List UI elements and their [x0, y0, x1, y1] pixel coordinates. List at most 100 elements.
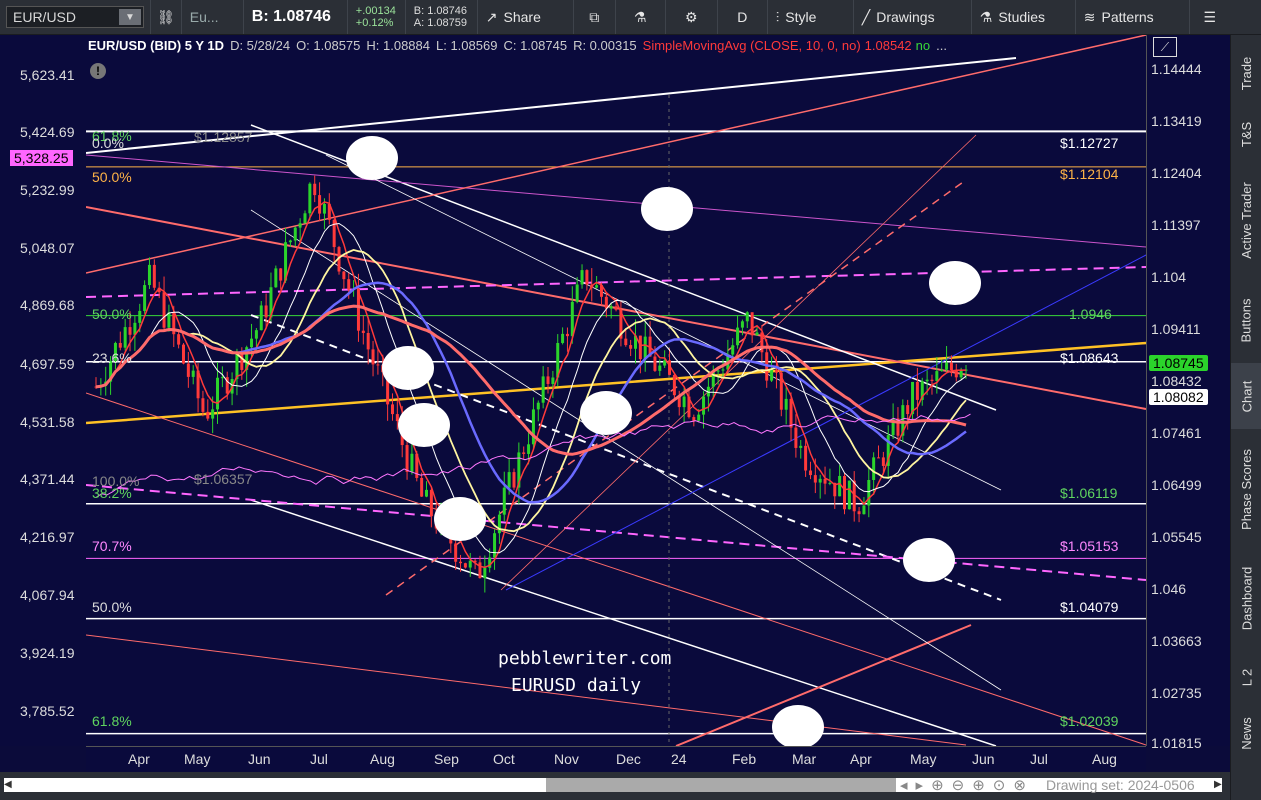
fib-right-label: $1.12104: [1060, 166, 1119, 182]
price-bar-body: [459, 561, 463, 564]
price-bar-body: [274, 268, 278, 288]
sidebar-tab-ts[interactable]: T&S: [1231, 109, 1261, 159]
price-bar-body: [804, 445, 808, 471]
price-bar-body: [147, 264, 151, 286]
sidebar-tab-dashboard[interactable]: Dashboard: [1231, 549, 1261, 647]
price-bar-body: [522, 452, 526, 454]
scroll-left-icon[interactable]: ◀: [4, 778, 14, 792]
aggregation-button[interactable]: D: [718, 0, 768, 34]
annotation-circle: [929, 261, 981, 305]
fib-right-label: $1.05153: [1060, 538, 1119, 554]
flask-button[interactable]: ⚗: [616, 0, 666, 34]
watermark-line1: pebblewriter.com: [498, 648, 672, 669]
description-field: Eu...: [182, 0, 244, 34]
price-bar-body: [624, 338, 628, 346]
price-bar-body: [429, 489, 433, 517]
zoom-out-icon[interactable]: ⊖: [952, 776, 965, 794]
share-label: Share: [503, 9, 541, 25]
ask-small: A: 1.08759: [413, 17, 467, 29]
annotation-circle: [398, 403, 450, 447]
legend-study[interactable]: SimpleMovingAvg (CLOSE, 10, 0, no): [643, 38, 861, 53]
chevron-down-icon[interactable]: ▼: [119, 9, 141, 25]
price-bar-body: [570, 301, 574, 337]
crosshair-icon[interactable]: ⊕: [931, 776, 944, 794]
left-axis-tick: 4,371.44: [20, 471, 75, 487]
info-icon[interactable]: !: [90, 63, 106, 79]
price-bar-body: [191, 370, 195, 377]
price-bar-body: [118, 342, 122, 348]
price-bar-body: [206, 411, 210, 419]
price-bar-body: [322, 204, 326, 214]
legend-more[interactable]: ...: [936, 38, 947, 53]
annotation-circle: [346, 136, 398, 180]
left-axis-tick: 4,531.58: [20, 414, 75, 430]
link-button[interactable]: ⛓: [150, 0, 182, 34]
price-bar-body: [211, 409, 215, 419]
price-bar-body: [682, 396, 686, 408]
sidebar-tab-l2[interactable]: L 2: [1231, 655, 1261, 699]
sidebar-tab-news[interactable]: News: [1231, 705, 1261, 761]
legend-study-flag: no: [915, 37, 931, 53]
price-bar-body: [264, 305, 268, 318]
price-bar-body: [371, 349, 375, 365]
zoom-reset-icon[interactable]: ⊗: [1013, 776, 1026, 794]
drawings-button[interactable]: ╱ Drawings: [854, 0, 972, 34]
price-bar-body: [702, 396, 706, 415]
legend-study-value: 1.08542: [864, 37, 912, 53]
x-axis-tick: 24: [671, 751, 687, 767]
price-bar-body: [551, 377, 555, 384]
sidebar-tab-phase-scores[interactable]: Phase Scores: [1231, 437, 1261, 541]
scroll-right-icon[interactable]: ▶: [1214, 778, 1224, 792]
sidebar-tab-active-trader[interactable]: Active Trader: [1231, 165, 1261, 275]
share-button[interactable]: ↗ Share: [478, 0, 574, 34]
price-bar-body: [813, 475, 817, 483]
price-bar-body: [468, 560, 472, 568]
detach-button[interactable]: ⧉: [574, 0, 616, 34]
price-bar-body: [561, 333, 565, 343]
sidebar-tab-label: Dashboard: [1239, 566, 1255, 630]
fib-label: 23.6%: [92, 350, 132, 366]
sidebar-tab-trade[interactable]: Trade: [1231, 43, 1261, 103]
price-bar-body: [823, 478, 827, 484]
studies-button[interactable]: ⚗ Studies: [972, 0, 1076, 34]
price-bar-body: [483, 567, 487, 579]
sidebar-tab-buttons[interactable]: Buttons: [1231, 283, 1261, 357]
drawings-label: Drawings: [876, 9, 935, 25]
x-axis-tick: Apr: [850, 751, 872, 767]
right-axis-tick: 1.12404: [1151, 165, 1202, 181]
left-axis-tick: 4,216.97: [20, 529, 75, 545]
settings-button[interactable]: ⚙: [666, 0, 718, 34]
annotation-circle: [382, 346, 434, 390]
price-bar-body: [945, 362, 949, 370]
scroll-left-button[interactable]: ◂: [900, 776, 908, 794]
left-axis-tick: 5,232.99: [20, 182, 75, 198]
right-axis-tick: 1.046: [1151, 581, 1187, 597]
price-bar-body: [862, 505, 866, 515]
sidebar-tab-chart[interactable]: Chart: [1231, 363, 1261, 429]
change-display: +.00134 +0.12%: [348, 0, 406, 34]
price-bar-body: [847, 480, 851, 510]
style-button[interactable]: ⫶ Style: [768, 0, 854, 34]
sidebar-tab-label: Buttons: [1239, 297, 1254, 343]
price-bar-body: [342, 271, 346, 280]
legend-low: L: 1.08569: [436, 37, 498, 53]
zoom-controls: ◂ ▸ ⊕ ⊖ ⊕ ⊙ ⊗: [900, 776, 1026, 794]
sidebar-tab-label: Phase Scores: [1239, 448, 1254, 530]
sidebar-tab-label: Active Trader: [1239, 181, 1254, 259]
right-axis-tick: 1.06499: [1151, 477, 1202, 493]
scrollbar-thumb[interactable]: [546, 778, 896, 792]
annotation-circle: [772, 705, 824, 746]
chart-legend: EUR/USD (BID) 5 Y 1D D: 5/28/24 O: 1.085…: [86, 35, 947, 55]
zoom-fit-icon[interactable]: ⊙: [993, 776, 1006, 794]
price-bar-body: [740, 321, 744, 328]
ruler-icon[interactable]: ⟋: [1153, 37, 1177, 57]
right-axis-tick: 1.11397: [1151, 217, 1201, 233]
symbol-selector[interactable]: EUR/USD ▼: [6, 6, 144, 28]
zoom-in-icon[interactable]: ⊕: [972, 776, 985, 794]
x-axis-tick: Aug: [1092, 751, 1117, 767]
patterns-button[interactable]: ≋ Patterns: [1076, 0, 1190, 34]
menu-button[interactable]: ☰: [1190, 0, 1230, 34]
scroll-right-button[interactable]: ▸: [916, 776, 924, 794]
chart-plot-area[interactable]: EUR/USD (BID) 5 Y 1D D: 5/28/24 O: 1.085…: [86, 35, 1146, 746]
price-bar-body: [497, 514, 501, 534]
